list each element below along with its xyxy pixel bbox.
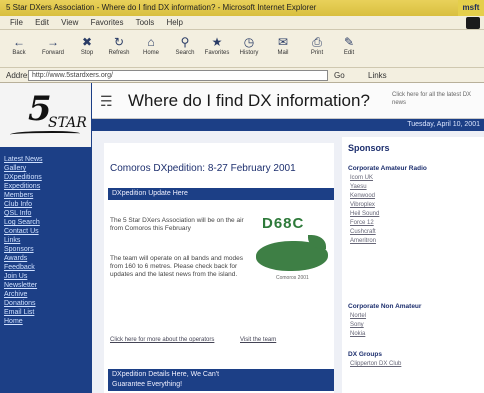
details-bar[interactable]: DXpedition Details Here, We Can't Guaran… — [108, 369, 334, 391]
details-title: DXpedition Details Here, We Can't — [112, 371, 220, 378]
operators-link[interactable]: Click here for more about the operators — [110, 337, 220, 343]
page-content: 5 STAR Latest News Gallery DXpeditions E… — [0, 83, 484, 393]
nav-link[interactable]: Sponsors — [4, 245, 90, 254]
mail-button[interactable]: ✉ Mail — [270, 34, 296, 64]
antenna-icon: ☴ — [100, 93, 113, 109]
sponsor-link[interactable]: Force 12 — [350, 220, 374, 226]
go-button[interactable]: Go — [334, 68, 345, 83]
nav-link[interactable]: Donations — [4, 299, 90, 308]
logo-word: STAR — [48, 115, 87, 131]
update-link-bar[interactable]: DXpedition Update Here — [108, 188, 334, 200]
team-link[interactable]: Visit the team — [240, 337, 276, 343]
browser-brand-logo: msft — [458, 0, 484, 16]
sponsor-link[interactable]: Clipperton DX Club — [350, 361, 401, 367]
sponsor-link[interactable]: Vibroplex — [350, 202, 375, 208]
nav-link[interactable]: Expeditions — [4, 182, 90, 191]
windows-logo-icon — [466, 17, 480, 29]
sponsor-link[interactable]: Kenwood — [350, 193, 375, 199]
page-banner: ☴ Where do I find DX information? Click … — [92, 83, 484, 119]
edit-button[interactable]: ✎ Edit — [336, 34, 362, 64]
nav-link[interactable]: Newsletter — [4, 281, 90, 290]
nav-link[interactable]: Latest News — [4, 155, 90, 164]
callsign-text: D68C — [262, 215, 305, 232]
nav-link[interactable]: Log Search — [4, 218, 90, 227]
menu-file[interactable]: File — [10, 18, 23, 27]
nav-link[interactable]: Gallery — [4, 164, 90, 173]
nav-link[interactable]: Contact Us — [4, 227, 90, 236]
home-button[interactable]: ⌂ Home — [138, 34, 164, 64]
nav-link[interactable]: Join Us — [4, 272, 90, 281]
nav-link[interactable]: Feedback — [4, 263, 90, 272]
browser-toolbar: ← Back → Forward ✖ Stop ↻ Refresh ⌂ Home ⚲ Sea… — [0, 30, 484, 68]
search-icon: ⚲ — [180, 35, 190, 49]
back-button[interactable]: ← Back — [6, 34, 32, 64]
article-headline: Comoros DXpedition: 8-27 February 2001 — [110, 163, 296, 174]
sponsor-link[interactable]: Ameritron — [350, 238, 376, 244]
window-title: 5 Star DXers Association - Where do I fi… — [6, 3, 317, 12]
nav-link[interactable]: Email List — [4, 308, 90, 317]
sponsor-group-heading: DX Groups — [348, 351, 382, 358]
sponsor-group-heading: Corporate Non Amateur — [348, 303, 422, 310]
sponsor-link[interactable]: Yaesu — [350, 184, 367, 190]
history-button[interactable]: ◷ History — [236, 34, 262, 64]
date-bar: Tuesday, April 10, 2001 — [92, 119, 484, 131]
favorites-button[interactable]: ★ Favorites — [204, 34, 230, 64]
back-arrow-icon: ← — [13, 35, 25, 49]
details-subtitle: Guarantee Everything! — [112, 381, 183, 388]
dxpedition-logo: D68C Comoros 2001 — [252, 213, 332, 287]
left-navigation: 5 STAR Latest News Gallery DXpeditions E… — [0, 83, 92, 393]
site-logo[interactable]: 5 STAR — [0, 83, 92, 147]
menu-edit[interactable]: Edit — [35, 18, 49, 27]
banner-title: Where do I find DX information? — [128, 91, 370, 110]
search-button[interactable]: ⚲ Search — [172, 34, 198, 64]
sponsor-link[interactable]: Cushcraft — [350, 229, 376, 235]
article-paragraph: The team will operate on all bands and m… — [110, 255, 243, 278]
stop-icon: ✖ — [81, 35, 93, 49]
menu-view[interactable]: View — [61, 18, 78, 27]
edit-icon: ✎ — [343, 35, 355, 49]
mail-icon: ✉ — [277, 35, 289, 49]
sponsor-link[interactable]: Heil Sound — [350, 211, 379, 217]
nav-link-list: Latest News Gallery DXpeditions Expediti… — [4, 155, 90, 326]
print-button[interactable]: ⎙ Print — [304, 34, 330, 64]
current-date: Tuesday, April 10, 2001 — [407, 121, 480, 128]
logo-swoosh-icon — [10, 131, 80, 137]
nav-link[interactable]: Home — [4, 317, 90, 326]
menu-bar: File Edit View Favorites Tools Help — [0, 16, 484, 30]
logo-tagline: Comoros 2001 — [276, 275, 309, 281]
links-button[interactable]: Links — [368, 68, 387, 83]
sponsor-link[interactable]: Nortel — [350, 313, 366, 319]
sponsor-link[interactable]: Sony — [350, 322, 364, 328]
sponsors-heading: Sponsors — [348, 143, 390, 153]
nav-link[interactable]: Club Info — [4, 200, 90, 209]
menu-favorites[interactable]: Favorites — [91, 18, 124, 27]
forward-button[interactable]: → Forward — [40, 34, 66, 64]
print-icon: ⎙ — [312, 35, 322, 49]
address-bar: Address http://www.5stardxers.org/ Go Li… — [0, 68, 484, 83]
window-titlebar: 5 Star DXers Association - Where do I fi… — [0, 0, 484, 16]
sponsor-link[interactable]: Nokia — [350, 331, 365, 337]
stop-button[interactable]: ✖ Stop — [74, 34, 100, 64]
menu-tools[interactable]: Tools — [136, 18, 155, 27]
sponsors-panel: Sponsors Corporate Amateur Radio Icom UK… — [342, 137, 484, 393]
menu-help[interactable]: Help — [167, 18, 183, 27]
address-input[interactable]: http://www.5stardxers.org/ — [28, 70, 328, 81]
nav-link[interactable]: Awards — [4, 254, 90, 263]
home-icon: ⌂ — [147, 35, 155, 49]
forward-arrow-icon: → — [47, 35, 59, 49]
sponsor-group-heading: Corporate Amateur Radio — [348, 165, 427, 172]
article-paragraph: The 5 Star DXers Association will be on … — [110, 217, 244, 232]
nav-link[interactable]: Archive — [4, 290, 90, 299]
main-article: Comoros DXpedition: 8-27 February 2001 D… — [104, 143, 334, 393]
favorites-icon: ★ — [211, 35, 223, 49]
sponsor-link[interactable]: Icom UK — [350, 175, 373, 181]
nav-link[interactable]: Members — [4, 191, 90, 200]
nav-link[interactable]: QSL Info — [4, 209, 90, 218]
refresh-icon: ↻ — [113, 35, 125, 49]
refresh-button[interactable]: ↻ Refresh — [106, 34, 132, 64]
banner-note[interactable]: Click here for all the latest DX news — [392, 91, 480, 107]
nav-link[interactable]: Links — [4, 236, 90, 245]
history-icon: ◷ — [243, 35, 255, 49]
nav-link[interactable]: DXpeditions — [4, 173, 90, 182]
